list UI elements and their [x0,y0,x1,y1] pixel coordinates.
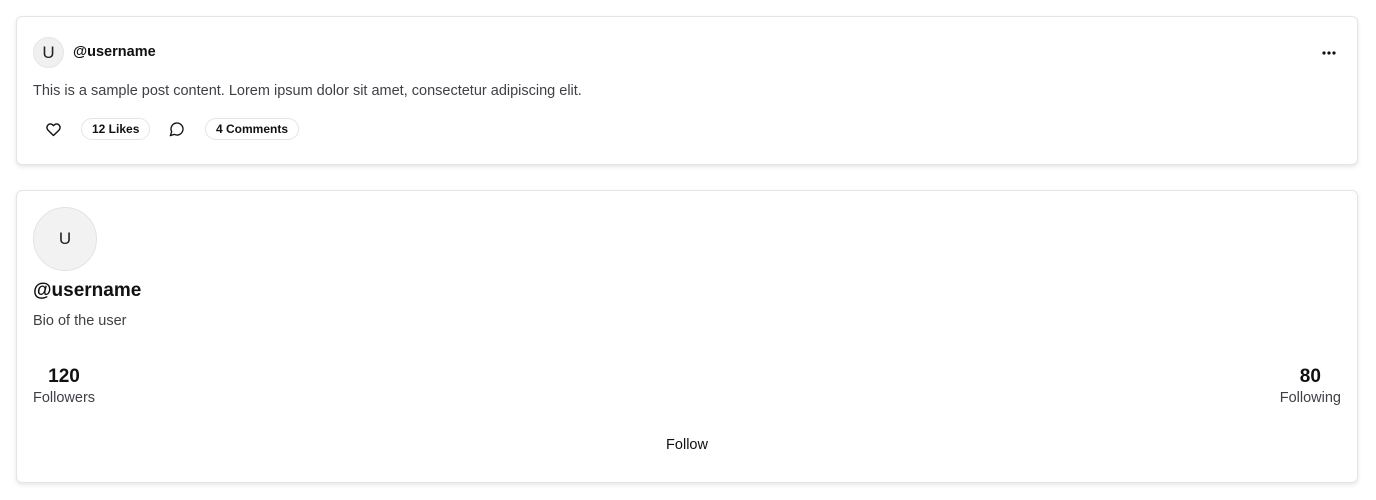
followers-stat[interactable]: 120 Followers [33,366,95,406]
post-content: This is a sample post content. Lorem ips… [33,83,582,99]
comments-count[interactable]: 4 Comments [205,118,300,140]
heart-icon [45,122,61,136]
like-button[interactable] [42,118,64,140]
followers-count: 120 [48,366,80,387]
post-username[interactable]: @username [73,44,156,60]
post-card: U @username This is a sample post conten… [16,16,1358,165]
profile-bio: Bio of the user [33,313,127,329]
followers-label: Followers [33,390,96,406]
profile-username: @username [33,280,142,301]
follow-button[interactable]: Follow [658,435,716,455]
following-label: Following [1279,390,1341,406]
profile-card: U @username Bio of the user 120 Follower… [16,190,1358,483]
avatar[interactable]: U [33,37,64,68]
avatar-initial: U [42,42,55,62]
avatar[interactable]: U [33,207,97,271]
message-circle-icon [169,122,184,137]
likes-count[interactable]: 12 Likes [81,118,151,140]
more-horizontal-icon [1322,51,1336,55]
following-count: 80 [1299,366,1321,387]
following-stat[interactable]: 80 Following [1280,366,1341,406]
comment-button[interactable] [166,118,188,140]
more-options-button[interactable] [1317,41,1341,65]
avatar-initial: U [58,229,72,248]
